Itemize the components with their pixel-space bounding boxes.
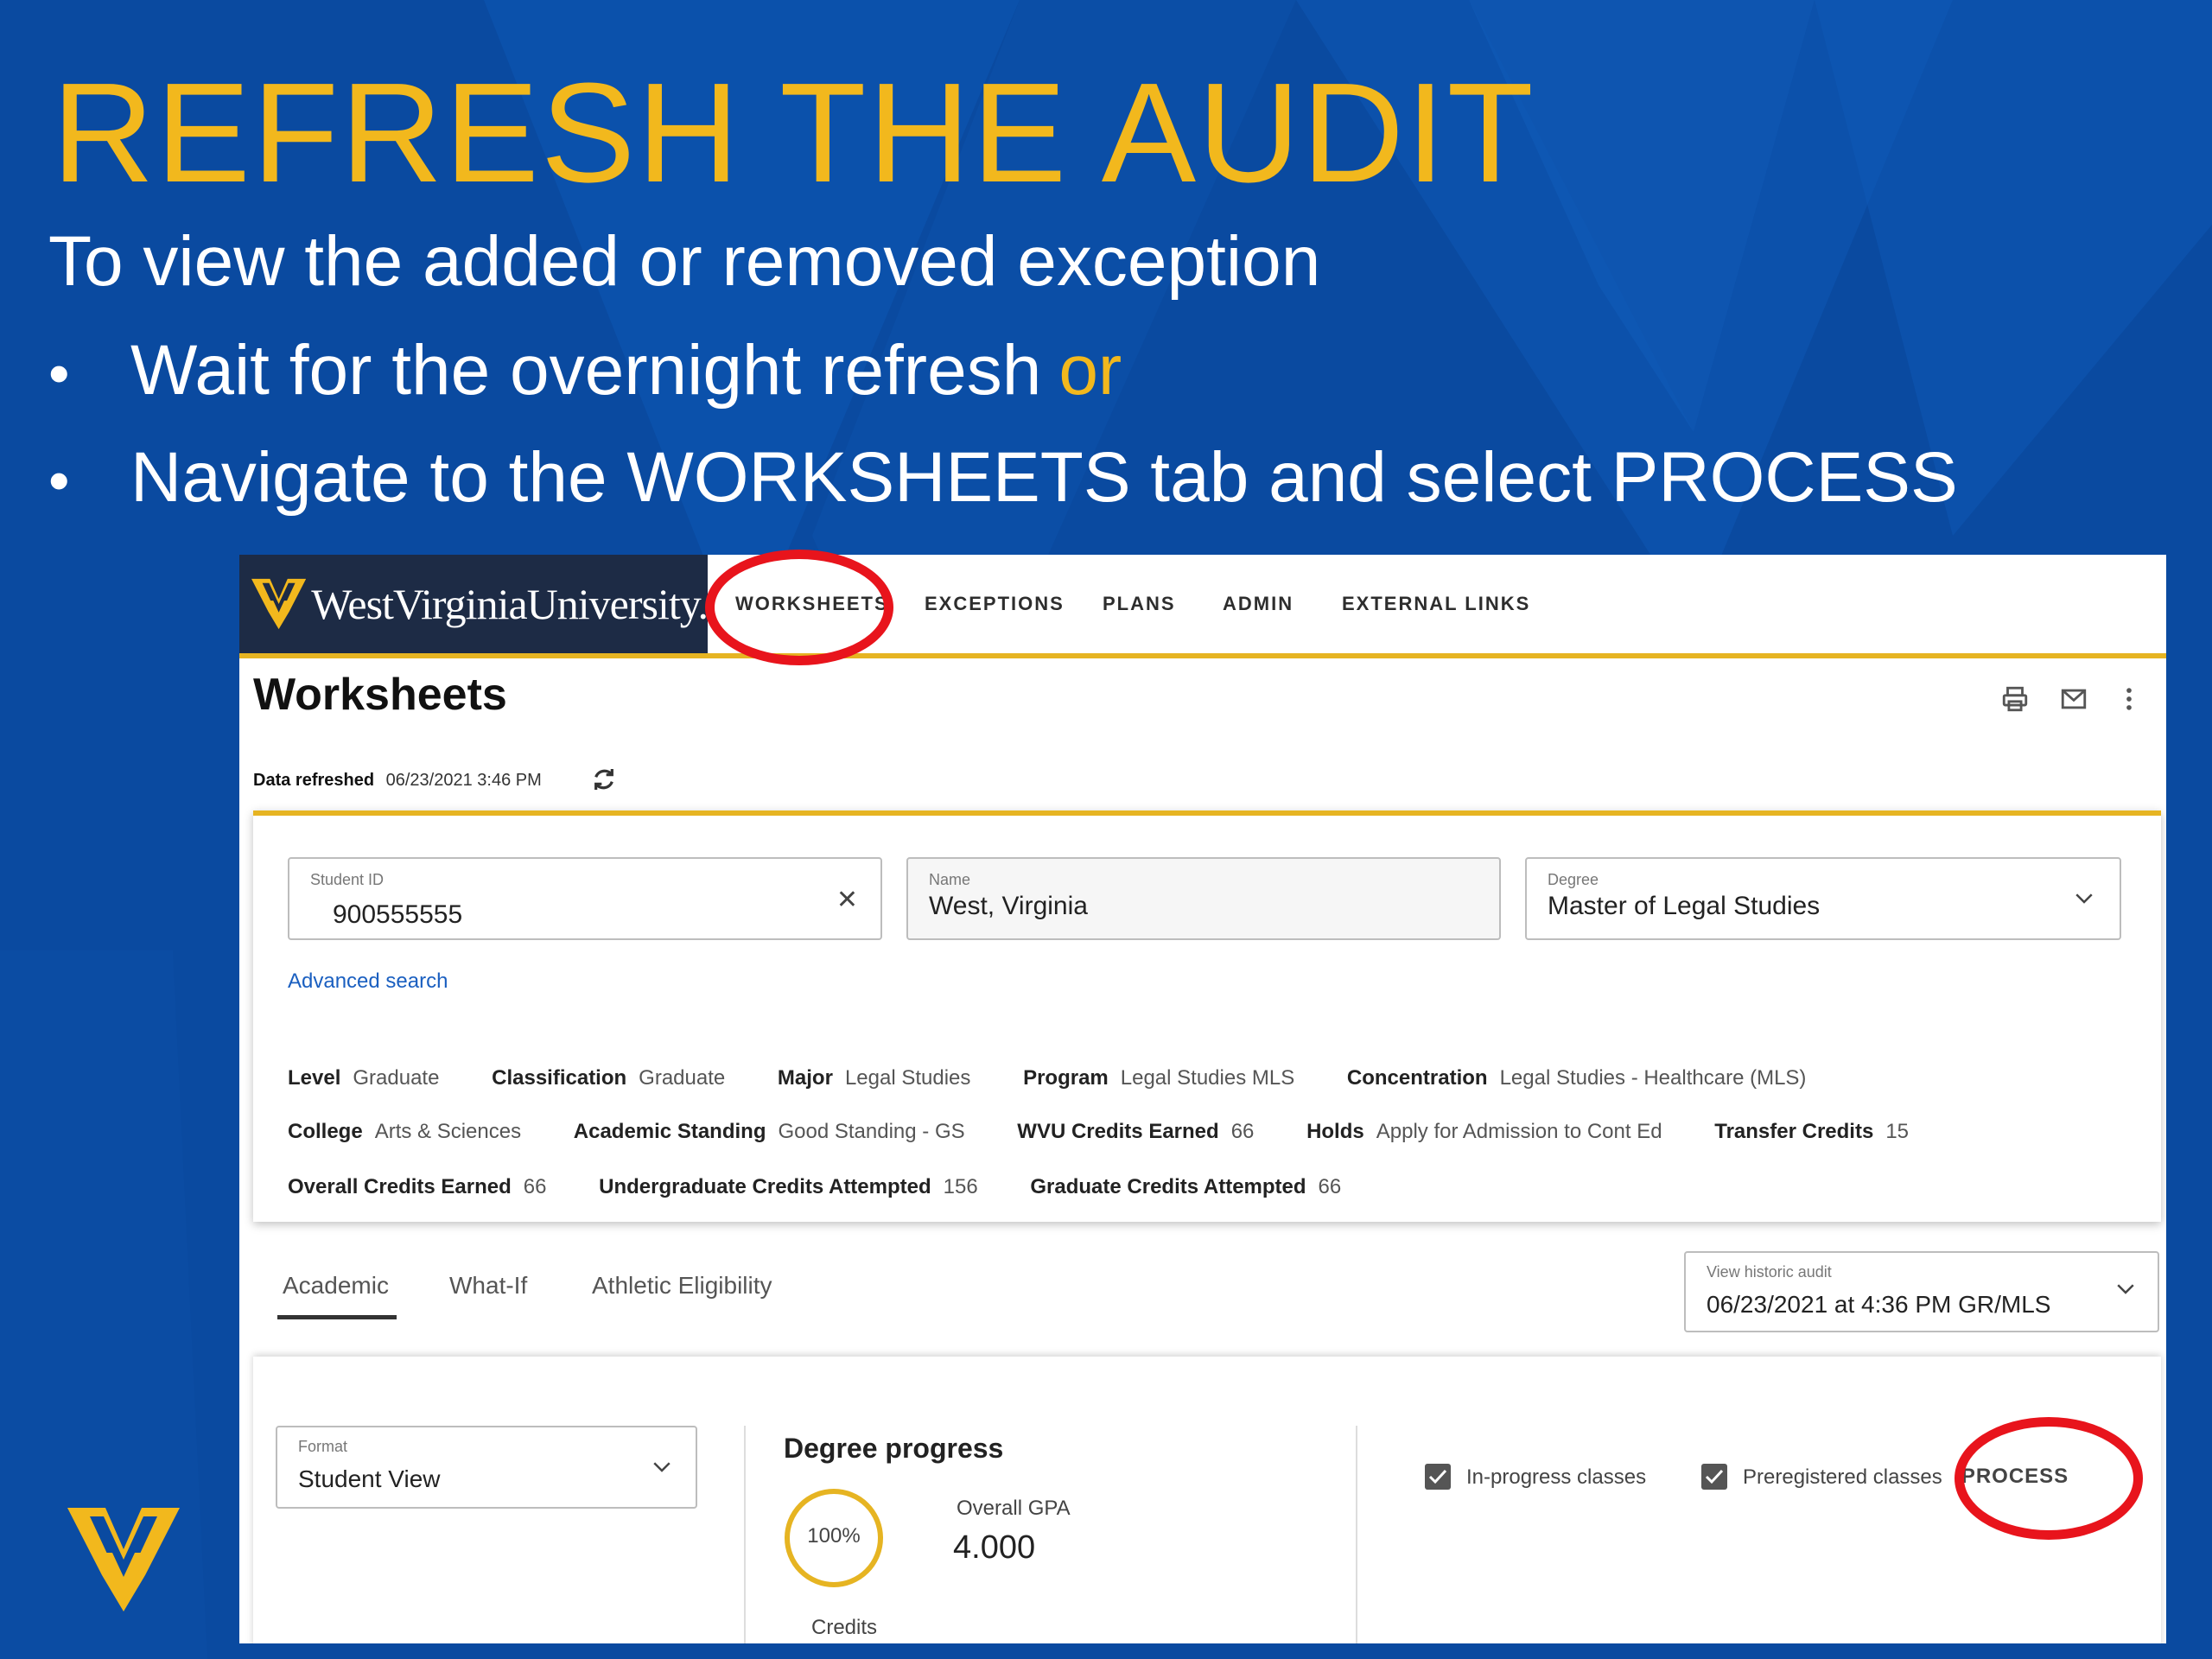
active-tab-indicator	[277, 1315, 397, 1319]
slide-subtitle: To view the added or removed exception	[48, 222, 1321, 301]
gpa-label: Overall GPA	[957, 1497, 1071, 1520]
preregistered-label: Preregistered classes	[1743, 1465, 1942, 1489]
data-refreshed-value: 06/23/2021 3:46 PM	[385, 771, 542, 790]
data-refreshed-label: Data refreshed	[253, 771, 375, 790]
info-level: Level Graduate	[288, 1066, 440, 1090]
panel-divider	[1356, 1426, 1357, 1643]
wv-logo-icon	[67, 1508, 180, 1611]
student-name-label: Name	[929, 871, 971, 888]
info-row-2: College Arts & Sciences Academic Standing…	[288, 1120, 1955, 1144]
bullet-1-text: Wait for the overnight refresh	[130, 331, 1042, 410]
check-icon	[1705, 1469, 1724, 1484]
nav-admin[interactable]: ADMIN	[1223, 593, 1294, 615]
data-refreshed: Data refreshed 06/23/2021 3:46 PM	[253, 769, 613, 791]
degree-label: Degree	[1548, 871, 1599, 888]
info-row-3: Overall Credits Earned 66 Undergraduate C…	[288, 1175, 1388, 1199]
info-college: College Arts & Sciences	[288, 1120, 522, 1143]
info-wvu-credits: WVU Credits Earned 66	[1017, 1120, 1255, 1143]
brand-name: WestVirginiaUniversity.	[311, 580, 709, 628]
tab-athletic-eligibility[interactable]: Athletic Eligibility	[592, 1272, 772, 1300]
historic-audit-label: View historic audit	[1707, 1263, 1832, 1281]
app-screenshot: WestVirginiaUniversity. WORKSHEETS EXCEP…	[239, 555, 2166, 1643]
chevron-down-icon	[653, 1462, 671, 1472]
format-label: Format	[298, 1438, 348, 1455]
progress-percent: 100%	[807, 1524, 861, 1548]
degree-value: Master of Legal Studies	[1548, 892, 1821, 920]
info-program: Program Legal Studies MLS	[1023, 1066, 1295, 1090]
bullet-1-emphasis: or	[1058, 331, 1122, 410]
clear-icon[interactable]: ✕	[836, 885, 858, 915]
info-row-1: Level Graduate Classification Graduate Maj…	[288, 1066, 1853, 1090]
worksheets-callout	[705, 550, 893, 665]
chevron-down-icon	[2117, 1284, 2134, 1294]
tab-what-if[interactable]: What-If	[449, 1272, 527, 1300]
wvu-logo-icon	[251, 578, 307, 630]
degree-select[interactable]: Degree Master of Legal Studies	[1525, 857, 2121, 940]
advanced-search-link[interactable]: Advanced search	[288, 969, 448, 994]
student-id-value: 900555555	[333, 900, 463, 929]
student-name-field: Name West, Virginia	[906, 857, 1501, 940]
bullet-dot: •	[48, 340, 70, 407]
refresh-icon[interactable]	[590, 766, 618, 793]
info-academic-standing: Academic Standing Good Standing - GS	[573, 1120, 965, 1143]
bullet-1: • Wait for the overnight refresh or	[48, 335, 1122, 406]
nav-divider	[239, 653, 2166, 658]
tab-academic[interactable]: Academic	[283, 1272, 389, 1300]
slide-title: REFRESH THE AUDIT	[52, 54, 1535, 212]
info-grad-attempted: Graduate Credits Attempted 66	[1030, 1175, 1342, 1198]
historic-audit-value: 06/23/2021 at 4:36 PM GR/MLS	[1707, 1291, 2051, 1318]
top-navigation: WestVirginiaUniversity. WORKSHEETS EXCEP…	[239, 555, 2166, 653]
in-progress-checkbox[interactable]	[1425, 1464, 1451, 1490]
in-progress-label: In-progress classes	[1466, 1465, 1647, 1489]
student-info-card: Student ID 900555555 ✕ Name West, Virgin…	[253, 810, 2161, 1222]
credits-label: Credits	[811, 1616, 878, 1639]
student-name-value: West, Virginia	[929, 892, 1088, 920]
check-icon	[1428, 1469, 1447, 1484]
preregistered-checkbox[interactable]	[1701, 1464, 1727, 1490]
gpa-value: 4.000	[953, 1529, 1036, 1566]
format-value: Student View	[298, 1465, 441, 1492]
chevron-down-icon	[2075, 893, 2093, 904]
more-vertical-icon[interactable]	[2114, 684, 2144, 714]
process-callout	[1955, 1417, 2143, 1540]
info-classification: Classification Graduate	[492, 1066, 726, 1090]
info-transfer-credits: Transfer Credits 15	[1714, 1120, 1910, 1143]
panel-divider	[744, 1426, 746, 1643]
mail-icon[interactable]	[2059, 684, 2088, 714]
info-undergrad-attempted: Undergraduate Credits Attempted 156	[599, 1175, 978, 1198]
info-holds: Holds Apply for Admission to Cont Ed	[1306, 1120, 1662, 1143]
bullet-2: • Navigate to the WORKSHEETS tab and sel…	[48, 442, 1958, 513]
info-overall-credits: Overall Credits Earned 66	[288, 1175, 547, 1198]
degree-progress-title: Degree progress	[784, 1433, 1004, 1464]
audit-panel: Format Student View Degree progress 100%…	[253, 1357, 2161, 1643]
nav-plans[interactable]: PLANS	[1103, 593, 1176, 615]
student-id-label: Student ID	[310, 871, 385, 888]
bullet-2-text: Navigate to the WORKSHEETS tab and selec…	[130, 438, 1958, 517]
format-select[interactable]: Format Student View	[276, 1426, 697, 1509]
info-major: Major Legal Studies	[777, 1066, 971, 1090]
nav-exceptions[interactable]: EXCEPTIONS	[925, 593, 1065, 615]
print-icon[interactable]	[2000, 684, 2030, 714]
degree-progress-gauge: 100%	[782, 1486, 886, 1594]
page-title: Worksheets	[253, 670, 507, 720]
info-concentration: Concentration Legal Studies - Healthcare …	[1346, 1066, 1807, 1090]
student-id-field[interactable]: Student ID 900555555 ✕	[288, 857, 882, 940]
bullet-dot: •	[48, 447, 70, 514]
brand-header: WestVirginiaUniversity.	[239, 555, 709, 653]
historic-audit-select[interactable]: View historic audit 06/23/2021 at 4:36 P…	[1684, 1251, 2159, 1332]
nav-external-links[interactable]: EXTERNAL LINKS	[1342, 593, 1530, 615]
